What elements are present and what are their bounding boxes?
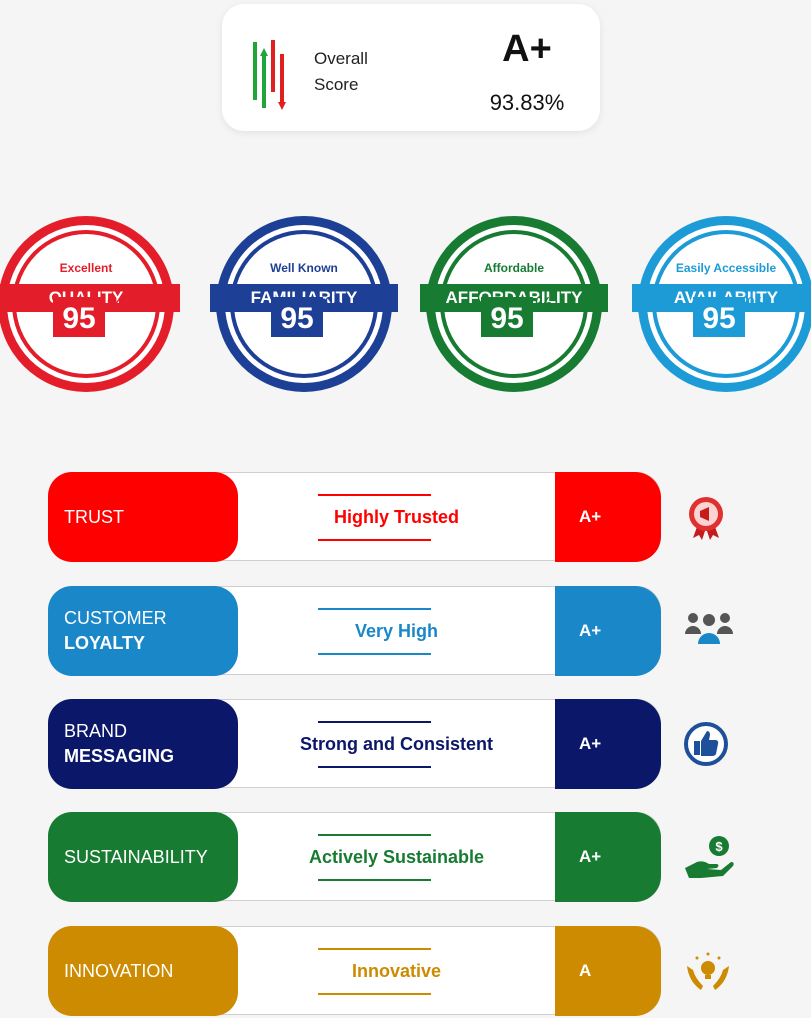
rating-category: CUSTOMER LOYALTY [48, 586, 238, 676]
divider-line-top [318, 494, 431, 496]
rating-description: Very High [354, 620, 439, 641]
badge-quality: ExcellentQUALITY95% [0, 214, 180, 394]
rating-category-line1: CUSTOMER [64, 608, 167, 628]
rating-category-line2: LOYALTY [64, 633, 146, 653]
rating-description: Innovative [351, 960, 442, 981]
rating-row-sustainability: SUSTAINABILITY Actively Sustainable A+ $ [48, 812, 734, 902]
rating-category: TRUST [48, 472, 238, 562]
thumbs-up-icon [683, 721, 729, 767]
divider-line-top [318, 608, 431, 610]
badge-percent-sign: % [535, 294, 553, 316]
rating-grade: A+ [555, 699, 661, 789]
badge-subtitle: Affordable [484, 261, 544, 275]
divider-line-bottom [318, 879, 431, 881]
rating-row-innovation: INNOVATION Innovative A [48, 926, 729, 1016]
rating-grade: A+ [555, 586, 661, 676]
rating-description: Strong and Consistent [300, 733, 493, 754]
people-group-icon [683, 608, 733, 654]
overall-score-card: Overall Score A+ 93.83% [222, 4, 600, 131]
divider-line-bottom [318, 993, 431, 995]
badge-familiarity: Well KnownFAMILIARITY95% [210, 214, 398, 394]
rating-description-cell: Actively Sustainable [238, 812, 555, 902]
rating-category-line1: INNOVATION [64, 960, 174, 981]
badge-availabiity: Easily AccessibleAVAILABIITY95% [632, 214, 811, 394]
overall-grade: A+ [502, 28, 552, 70]
badge-score: 95 [481, 297, 533, 337]
divider-line-top [318, 948, 431, 950]
svg-text:$: $ [715, 839, 723, 854]
award-ribbon-icon [683, 494, 729, 540]
rating-grade: A+ [555, 812, 661, 902]
rating-grade: A [555, 926, 661, 1016]
badge-subtitle: Easily Accessible [675, 261, 777, 275]
badge-subtitle: Excellent [59, 261, 113, 275]
rating-description: Highly Trusted [333, 506, 459, 527]
rating-category-line1: BRAND [64, 721, 128, 741]
rating-description-cell: Strong and Consistent [238, 699, 555, 789]
overall-percent: 93.83% [489, 90, 565, 115]
rating-category-line1: SUSTAINABILITY [64, 846, 208, 867]
rating-row-trust: TRUST Highly Trusted A+ [48, 472, 723, 562]
rating-row-brand: BRAND MESSAGING Strong and Consistent A+ [48, 699, 728, 789]
badge-score: 95 [693, 297, 745, 337]
divider-line-top [318, 834, 431, 836]
badge-affordability: AffordableAFFORDABILITY95% [420, 214, 608, 394]
badge-percent-sign: % [107, 294, 125, 316]
rating-description-cell: Very High [238, 586, 555, 676]
idea-hands-icon [683, 948, 729, 994]
rating-description-cell: Highly Trusted [238, 472, 555, 562]
overall-score-label: Overall Score [314, 46, 368, 98]
rating-description-cell: Innovative [238, 926, 555, 1016]
overall-label-line2: Score [314, 75, 359, 94]
rating-category: SUSTAINABILITY [48, 812, 238, 902]
badge-percent-sign: % [325, 294, 343, 316]
rating-category-line1: TRUST [64, 506, 124, 527]
divider-line-bottom [318, 653, 431, 655]
badge-percent-sign: % [747, 294, 765, 316]
badge-score: 95 [271, 297, 323, 337]
rating-category: INNOVATION [48, 926, 238, 1016]
equalizer-sliders-icon [250, 38, 294, 115]
badge-score: 95 [53, 297, 105, 337]
divider-line-bottom [318, 539, 431, 541]
rating-category: BRAND MESSAGING [48, 699, 238, 789]
overall-label-line1: Overall [314, 49, 368, 68]
divider-line-top [318, 721, 431, 723]
divider-line-bottom [318, 766, 431, 768]
rating-description: Actively Sustainable [308, 846, 485, 867]
badge-subtitle: Well Known [270, 261, 338, 275]
rating-row-customer: CUSTOMER LOYALTY Very High A+ [48, 586, 733, 676]
money-hand-icon: $ [683, 834, 734, 880]
rating-category-line2: MESSAGING [64, 746, 175, 766]
rating-grade: A+ [555, 472, 661, 562]
